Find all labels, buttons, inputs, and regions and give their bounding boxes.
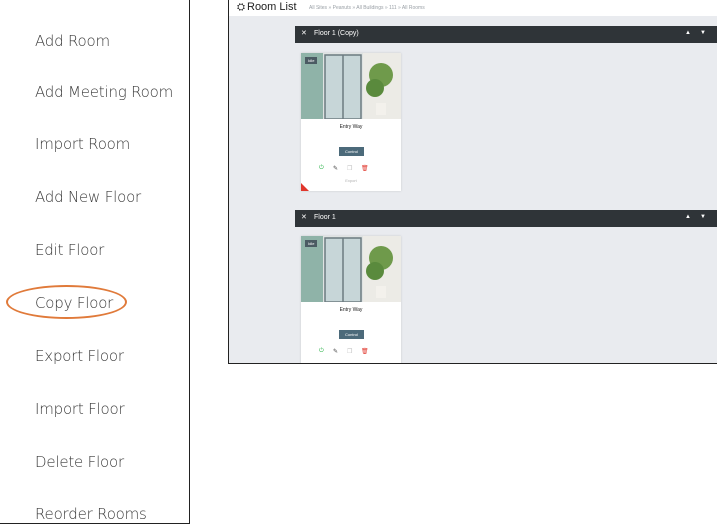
status-badge: Idle bbox=[305, 240, 318, 247]
edit-icon[interactable]: ✎ bbox=[333, 348, 338, 355]
menu-item-reorder-rooms[interactable]: Reorder Rooms bbox=[35, 505, 147, 523]
control-button[interactable]: Control bbox=[339, 147, 364, 156]
card-actions: ⏻ ✎ ❐ 🗑 bbox=[319, 165, 389, 173]
menu-item-copy-floor[interactable]: Copy Floor bbox=[35, 294, 113, 312]
menu-item-import-floor[interactable]: Import Floor bbox=[35, 400, 125, 418]
menu-item-import-room[interactable]: Import Room bbox=[35, 135, 130, 153]
copy-icon[interactable]: ❐ bbox=[347, 348, 352, 355]
delete-icon[interactable]: 🗑 bbox=[361, 165, 369, 172]
room-list-header: ⛭ Room List All Sites » Peanuts » All Bui… bbox=[229, 0, 717, 16]
card-actions: ⏻ ✎ ❐ 🗑 bbox=[319, 348, 389, 356]
chevron-down-icon[interactable]: ▼ bbox=[700, 214, 706, 220]
page-title: ⛭ Room List bbox=[237, 1, 297, 13]
menu-item-add-room[interactable]: Add Room bbox=[35, 32, 110, 50]
menu-item-edit-floor[interactable]: Edit Floor bbox=[35, 241, 104, 259]
power-icon[interactable]: ⏻ bbox=[319, 348, 324, 355]
room-card[interactable]: Idle Entry Way Control ⏻ ✎ ❐ 🗑 Export bbox=[301, 53, 401, 191]
floor-header-floor-1[interactable]: ✕ Floor 1 ▲ ▼ bbox=[295, 210, 717, 227]
collapse-icon[interactable]: ✕ bbox=[301, 29, 307, 37]
room-name: Entry Way bbox=[339, 307, 363, 313]
chevron-up-icon[interactable]: ▲ bbox=[685, 30, 691, 36]
corner-ribbon bbox=[301, 356, 320, 363]
room-name: Entry Way bbox=[339, 124, 363, 130]
floor-name: Floor 1 bbox=[314, 214, 336, 221]
page-title-text: Room List bbox=[247, 1, 297, 13]
status-badge: Idle bbox=[305, 57, 318, 64]
menu-item-add-new-floor[interactable]: Add New Floor bbox=[35, 188, 141, 206]
chevron-up-icon[interactable]: ▲ bbox=[685, 214, 691, 220]
copy-icon[interactable]: ❐ bbox=[347, 165, 352, 172]
control-button[interactable]: Control bbox=[339, 330, 364, 339]
breadcrumb[interactable]: All Sites » Peanuts » All Buildings » 11… bbox=[309, 5, 425, 11]
room-list-panel: ⛭ Room List All Sites » Peanuts » All Bui… bbox=[228, 0, 717, 364]
menu-item-export-floor[interactable]: Export Floor bbox=[35, 347, 124, 365]
floor-name: Floor 1 (Copy) bbox=[314, 30, 359, 37]
room-card[interactable]: Idle Entry Way Control ⏻ ✎ ❐ 🗑 bbox=[301, 236, 401, 363]
floor-actions-menu: Add Room Add Meeting Room Import Room Ad… bbox=[0, 0, 190, 524]
menu-item-add-meeting-room[interactable]: Add Meeting Room bbox=[35, 83, 173, 101]
edit-icon[interactable]: ✎ bbox=[333, 165, 338, 172]
chevron-down-icon[interactable]: ▼ bbox=[700, 30, 706, 36]
power-icon[interactable]: ⏻ bbox=[319, 165, 324, 172]
collapse-icon[interactable]: ✕ bbox=[301, 213, 307, 221]
delete-icon[interactable]: 🗑 bbox=[361, 348, 369, 355]
export-link[interactable]: Export bbox=[301, 178, 401, 183]
floor-header-floor-1-copy[interactable]: ✕ Floor 1 (Copy) ▲ ▼ bbox=[295, 26, 717, 43]
menu-item-delete-floor[interactable]: Delete Floor bbox=[35, 453, 124, 471]
room-list-icon: ⛭ bbox=[237, 2, 245, 13]
